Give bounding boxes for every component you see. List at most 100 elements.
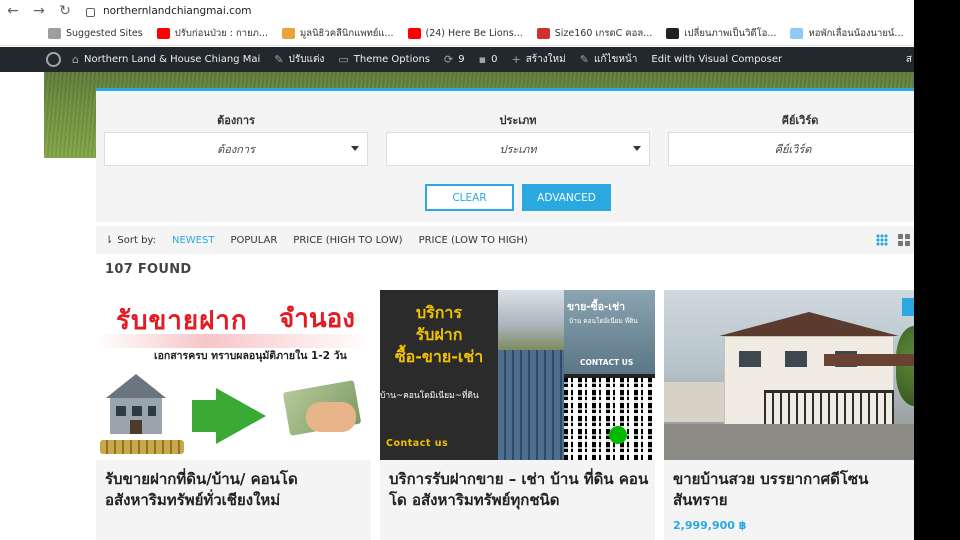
porch-roof <box>824 354 914 366</box>
image-contact-text: Contact us <box>386 438 449 449</box>
wp-vc-label: Edit with Visual Composer <box>651 54 783 65</box>
arrow-right-icon <box>216 388 266 444</box>
sort-popular[interactable]: POPULAR <box>230 235 277 246</box>
listing-title[interactable]: ขายบ้านสวย บรรยากาศดีโซน สันทราย <box>673 469 913 511</box>
bookmark-favicon-icon <box>281 28 295 39</box>
qr-code <box>564 378 655 460</box>
bookmark-favicon-icon <box>48 28 61 39</box>
wp-updates[interactable]: ⟳ 9 <box>444 53 465 66</box>
listing-card[interactable]: ขายบ้านสวย บรรยากาศดีโซน สันทราย 2,999,9… <box>664 290 914 540</box>
image-right-sub: บ้าน คอนโดมิเนียม ที่ดิน <box>569 317 638 325</box>
house-illustration <box>106 374 166 434</box>
wp-edit-page[interactable]: ✎ แก้ไขหน้า <box>580 52 638 67</box>
listing-card[interactable]: บริการ รับฝาก ซื้อ-ขาย-เช่า บ้าน~คอนโดมิ… <box>380 290 655 540</box>
listing-title[interactable]: รับขายฝากที่ดิน/บ้าน/ คอนโด อสังหาริมทรั… <box>105 469 367 511</box>
driveway <box>664 424 914 460</box>
url-text: northernlandchiangmai.com <box>103 5 252 17</box>
listing-image[interactable]: บริการ รับฝาก ซื้อ-ขาย-เช่า บ้าน~คอนโดมิ… <box>380 290 655 460</box>
clear-button[interactable]: CLEAR <box>425 184 514 211</box>
bookmark-item[interactable]: เปลี่ยนภาพเป็นวิดีโอ... <box>666 26 776 41</box>
bookmark-item[interactable]: Suggested Sites <box>48 28 143 39</box>
image-text-line-2: รับฝาก <box>415 325 463 344</box>
wp-theme-options[interactable]: ▭ Theme Options <box>338 53 430 66</box>
tree-image <box>896 326 914 406</box>
caret-down-icon <box>633 146 641 151</box>
caret-down-icon <box>351 146 359 151</box>
type-select-value: ประเภท <box>499 143 537 156</box>
results-count: 107 FOUND <box>105 262 192 277</box>
bookmark-label: (24) Here Be Lions... <box>425 28 523 39</box>
bookmark-label: ปรับก่อนป่วย : กายภ... <box>174 28 268 39</box>
image-small-text: บ้าน~คอนโดมิเนียม~ที่ดิน <box>380 391 479 401</box>
image-text-block: บริการ รับฝาก ซื้อ-ขาย-เช่า <box>380 302 498 368</box>
bookmark-favicon-icon <box>536 28 550 39</box>
list-view-icon[interactable] <box>898 234 910 246</box>
sort-price-high-low[interactable]: PRICE (HIGH TO LOW) <box>293 235 402 246</box>
want-select[interactable]: ต้องการ <box>104 132 368 166</box>
pencil-icon: ✎ <box>579 53 589 66</box>
grid-view-icon[interactable] <box>876 234 888 246</box>
status-badge <box>902 298 914 316</box>
listing-card[interactable]: รับขายฝาก จำนอง เอกสารครบ ทราบผลอนุมัติภ… <box>96 290 371 540</box>
sort-by: ⇂ Sort by: <box>105 235 156 246</box>
property-search-panel: ต้องการ ต้องการ ประเภท ประเภท คีย์เวิร์ด… <box>96 88 914 222</box>
url-field[interactable]: northernlandchiangmai.com <box>86 5 252 17</box>
wp-updates-count: 9 <box>458 54 465 65</box>
comment-icon: ▪ <box>478 53 487 66</box>
browser-screen: ← → ↻ northernlandchiangmai.com Suggeste… <box>0 0 914 540</box>
plus-icon: + <box>511 53 521 66</box>
wp-new[interactable]: + สร้างใหม่ <box>511 52 565 67</box>
wp-customize[interactable]: ✎ ปรับแต่ง <box>274 52 324 67</box>
wp-site-menu[interactable]: ⌂ Northern Land & House Chiang Mai <box>72 53 260 66</box>
want-select-value: ต้องการ <box>217 143 255 156</box>
bookmark-item[interactable]: Size160 เกรดC คอล... <box>536 26 653 41</box>
type-select[interactable]: ประเภท <box>386 132 650 166</box>
bookmark-label: เปลี่ยนภาพเป็นวิดีโอ... <box>684 28 777 39</box>
type-label: ประเภท <box>499 114 537 127</box>
wp-visual-composer[interactable]: Edit with Visual Composer <box>651 54 782 65</box>
bookmark-label: Size160 เกรดC คอล... <box>554 28 653 39</box>
wp-comments-count: 0 <box>491 54 498 65</box>
want-label: ต้องการ <box>217 114 255 127</box>
bookmark-item[interactable]: ปรับก่อนป่วย : กายภ... <box>156 26 268 41</box>
tower-photo <box>498 350 564 460</box>
wp-customize-label: ปรับแต่ง <box>288 54 325 65</box>
image-text-line-3: ซื้อ-ขาย-เช่า <box>394 347 484 366</box>
arrow-tail <box>192 400 218 432</box>
back-icon[interactable]: ← <box>0 0 26 22</box>
bookmark-favicon-icon <box>407 28 421 39</box>
wp-more[interactable]: ส <box>906 52 912 67</box>
image-headline-2: จำนอง <box>279 304 355 334</box>
image-headline: รับขายฝาก <box>116 306 248 336</box>
keyword-label: คีย์เวิร์ด <box>781 114 819 127</box>
line-app-icon <box>609 426 627 444</box>
reload-icon[interactable]: ↻ <box>52 0 78 22</box>
bookmark-item[interactable]: (24) Here Be Lions... <box>407 28 523 39</box>
advanced-button[interactable]: ADVANCED <box>522 184 611 211</box>
window <box>739 351 761 367</box>
listing-image[interactable]: รับขายฝาก จำนอง เอกสารครบ ทราบผลอนุมัติภ… <box>96 290 371 460</box>
sort-icon: ⇂ <box>105 234 114 246</box>
keyword-placeholder: คีย์เวิร์ด <box>774 143 812 156</box>
bookmark-item[interactable]: หอพักเลื่อนน้องนายน์... <box>790 26 904 41</box>
wp-theme-options-label: Theme Options <box>353 54 431 65</box>
sort-newest[interactable]: NEWEST <box>172 235 214 246</box>
bookmark-item[interactable]: มูลนิธิวคลีนิกแพทย์แ... <box>281 26 394 41</box>
house-roof <box>719 312 899 336</box>
lock-icon <box>86 7 95 17</box>
bookmark-label: หอพักเลื่อนน้องนายน์... <box>808 28 904 39</box>
wp-more-label: ส <box>905 54 912 65</box>
wp-comments[interactable]: ▪ 0 <box>479 53 498 66</box>
sort-price-low-high[interactable]: PRICE (LOW TO HIGH) <box>419 235 528 246</box>
hand-illustration <box>306 402 356 432</box>
wordpress-logo-icon[interactable] <box>46 52 61 67</box>
home-icon: ⌂ <box>72 53 79 66</box>
listing-title[interactable]: บริการรับฝากขาย – เช่า บ้าน ที่ดิน คอนโด… <box>389 469 651 511</box>
forward-icon[interactable]: → <box>26 0 52 22</box>
listing-price: 2,999,900 ฿ <box>673 519 747 532</box>
sort-by-label: Sort by: <box>117 234 156 246</box>
sort-bar: ⇂ Sort by: NEWEST POPULAR PRICE (HIGH TO… <box>96 226 914 254</box>
keyword-input[interactable]: คีย์เวิร์ด <box>668 132 914 166</box>
bookmark-favicon-icon <box>790 28 804 39</box>
listing-image[interactable] <box>664 290 914 460</box>
